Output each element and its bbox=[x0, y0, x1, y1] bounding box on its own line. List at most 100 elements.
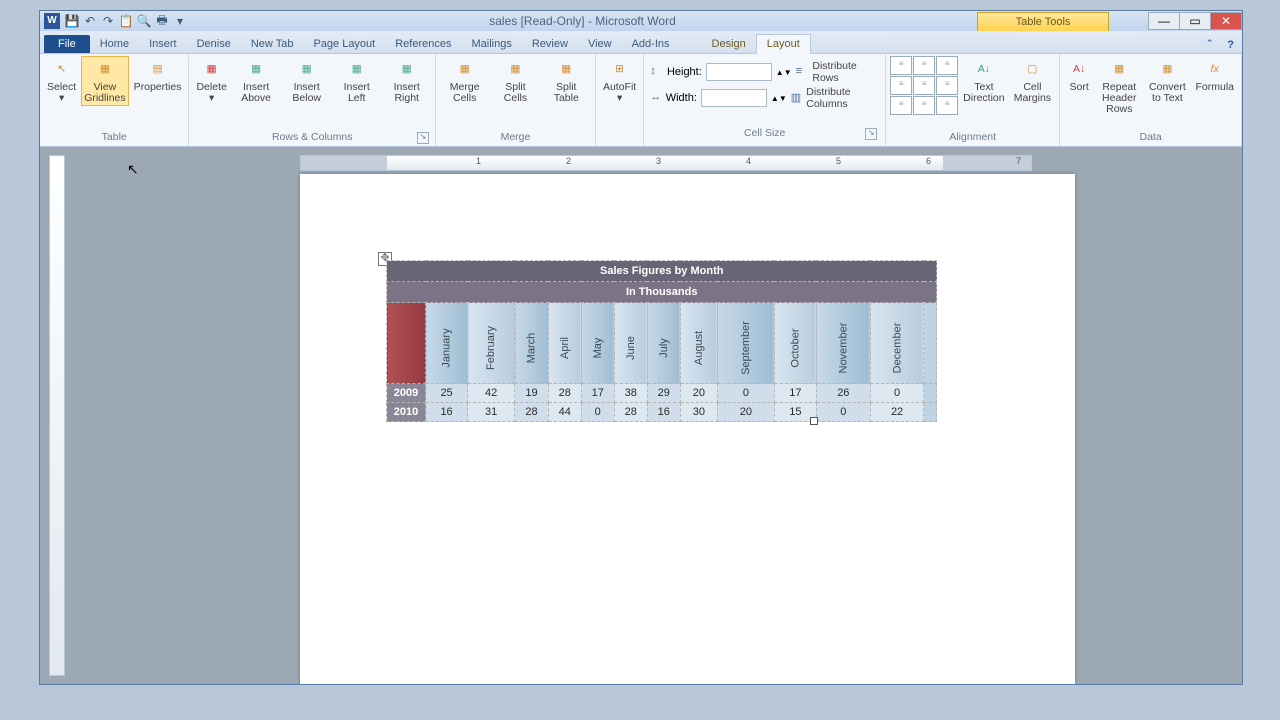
qat-undo-icon[interactable]: ↶ bbox=[82, 13, 98, 29]
month-label: December bbox=[891, 323, 903, 374]
group-alignment: ≡≡≡≡≡≡≡≡≡ A↓Text Direction ▢Cell Margins… bbox=[886, 54, 1060, 146]
group-rows-columns: ▦Delete▾ ▦Insert Above ▦Insert Below ▦In… bbox=[189, 54, 436, 146]
data-cell: 0 bbox=[870, 384, 924, 403]
qat-save-icon[interactable]: 💾 bbox=[64, 13, 80, 29]
group-merge: ▦Merge Cells ▦Split Cells ▦Split Table M… bbox=[436, 54, 596, 146]
height-label: Height: bbox=[667, 66, 702, 78]
tab-references[interactable]: References bbox=[385, 35, 461, 53]
insert-right-button[interactable]: ▦Insert Right bbox=[382, 56, 431, 106]
month-label: February bbox=[485, 326, 497, 370]
document-page[interactable]: ✥ Sales Figures by Month In Thousands Ja… bbox=[300, 174, 1075, 684]
contextual-tab-header: Table Tools bbox=[977, 12, 1109, 31]
qat-more-icon[interactable]: ▾ bbox=[172, 13, 188, 29]
tab-view[interactable]: View bbox=[578, 35, 622, 53]
delete-icon: ▦ bbox=[200, 58, 224, 80]
sales-table[interactable]: Sales Figures by Month In Thousands Janu… bbox=[386, 260, 937, 422]
minimize-button[interactable]: — bbox=[1148, 12, 1180, 30]
distribute-columns-button[interactable]: Distribute Columns bbox=[806, 86, 879, 110]
tab-layout[interactable]: Layout bbox=[756, 34, 811, 54]
data-cell: 31 bbox=[468, 403, 515, 422]
month-label: April bbox=[559, 333, 571, 363]
qat-redo-icon[interactable]: ↷ bbox=[100, 13, 116, 29]
tab-file[interactable]: File bbox=[44, 35, 90, 53]
trailing-cell bbox=[924, 303, 937, 384]
maximize-button[interactable]: ▭ bbox=[1179, 12, 1211, 30]
tab-design[interactable]: Design bbox=[702, 35, 756, 53]
insert-right-icon: ▦ bbox=[395, 58, 419, 80]
data-cell: 26 bbox=[816, 384, 870, 403]
year-label: 2010 bbox=[387, 403, 426, 422]
repeat-header-button[interactable]: ▦Repeat Header Rows bbox=[1096, 56, 1142, 117]
split-cells-button[interactable]: ▦Split Cells bbox=[491, 56, 539, 106]
data-cell: 16 bbox=[647, 403, 680, 422]
rowscols-dialog-icon[interactable]: ↘ bbox=[417, 132, 429, 144]
split-table-button[interactable]: ▦Split Table bbox=[542, 56, 591, 106]
group-table: ↖Select▾ ▦View Gridlines ▤Properties Tab… bbox=[40, 54, 189, 146]
merge-cells-button[interactable]: ▦Merge Cells bbox=[440, 56, 489, 106]
group-label-table: Table bbox=[44, 130, 184, 146]
merge-icon: ▦ bbox=[453, 58, 477, 80]
qat-paste-icon[interactable]: 📋 bbox=[118, 13, 134, 29]
ribbon-minimize-icon[interactable]: ˆ bbox=[1200, 37, 1220, 53]
tab-pagelayout[interactable]: Page Layout bbox=[303, 35, 385, 53]
properties-button[interactable]: ▤Properties bbox=[131, 56, 185, 95]
alignment-grid[interactable]: ≡≡≡≡≡≡≡≡≡ bbox=[890, 56, 958, 115]
tab-addins[interactable]: Add-Ins bbox=[622, 35, 680, 53]
year-label: 2009 bbox=[387, 384, 426, 403]
cursor-icon: ↖ bbox=[50, 58, 74, 80]
month-label: November bbox=[837, 323, 849, 374]
ribbon: ↖Select▾ ▦View Gridlines ▤Properties Tab… bbox=[40, 54, 1242, 147]
height-input[interactable] bbox=[706, 63, 772, 81]
data-cell: 20 bbox=[717, 403, 774, 422]
insert-above-button[interactable]: ▦Insert Above bbox=[232, 56, 281, 106]
help-icon[interactable]: ? bbox=[1219, 37, 1242, 53]
distribute-rows-icon: ≡ bbox=[796, 65, 809, 79]
data-cell: 38 bbox=[614, 384, 647, 403]
view-gridlines-button[interactable]: ▦View Gridlines bbox=[81, 56, 128, 106]
data-cell: 29 bbox=[647, 384, 680, 403]
select-button[interactable]: ↖Select▾ bbox=[44, 56, 79, 106]
qat-preview-icon[interactable]: 🔍 bbox=[136, 13, 152, 29]
delete-button[interactable]: ▦Delete▾ bbox=[193, 56, 229, 106]
mouse-cursor-icon: ↖ bbox=[127, 161, 139, 178]
horizontal-ruler[interactable]: 12 34 56 7 bbox=[300, 155, 1032, 171]
insert-below-button[interactable]: ▦Insert Below bbox=[282, 56, 331, 106]
tab-denise[interactable]: Denise bbox=[187, 35, 241, 53]
width-input[interactable] bbox=[701, 89, 767, 107]
table-title: Sales Figures by Month bbox=[387, 261, 937, 282]
cellsize-dialog-icon[interactable]: ↘ bbox=[865, 128, 877, 140]
vertical-ruler[interactable] bbox=[49, 155, 65, 676]
distribute-rows-button[interactable]: Distribute Rows bbox=[812, 60, 879, 84]
tab-newtab[interactable]: New Tab bbox=[241, 35, 304, 53]
tab-mailings[interactable]: Mailings bbox=[462, 35, 522, 53]
convert-to-text-button[interactable]: ▦Convert to Text bbox=[1144, 56, 1190, 106]
qat-print-icon[interactable]: 🖶 bbox=[154, 13, 170, 29]
data-cell: 0 bbox=[717, 384, 774, 403]
data-cell: 20 bbox=[680, 384, 717, 403]
insert-left-button[interactable]: ▦Insert Left bbox=[333, 56, 380, 106]
table-resize-handle-icon[interactable] bbox=[810, 417, 818, 425]
data-cell: 17 bbox=[774, 384, 816, 403]
width-icon: ↔ bbox=[650, 91, 662, 105]
month-label: January bbox=[441, 328, 453, 367]
tab-review[interactable]: Review bbox=[522, 35, 578, 53]
app-window: W 💾 ↶ ↷ 📋 🔍 🖶 ▾ sales [Read-Only] - Micr… bbox=[39, 10, 1243, 685]
data-cell: 42 bbox=[468, 384, 515, 403]
grid-icon: ▦ bbox=[93, 58, 117, 80]
close-button[interactable]: ✕ bbox=[1210, 12, 1242, 30]
sort-button[interactable]: A↓Sort bbox=[1064, 56, 1094, 95]
text-direction-button[interactable]: A↓Text Direction bbox=[960, 56, 1007, 106]
table-row: 2010 16 31 28 44 0 28 16 30 20 15 0 22 bbox=[387, 403, 937, 422]
split-table-icon: ▦ bbox=[554, 58, 578, 80]
titlebar: W 💾 ↶ ↷ 📋 🔍 🖶 ▾ sales [Read-Only] - Micr… bbox=[40, 11, 1242, 31]
tab-insert[interactable]: Insert bbox=[139, 35, 187, 53]
tab-home[interactable]: Home bbox=[90, 35, 139, 53]
document-title: sales [Read-Only] - Microsoft Word bbox=[188, 14, 977, 28]
cell-margins-button[interactable]: ▢Cell Margins bbox=[1010, 56, 1056, 106]
autofit-button[interactable]: ⊞AutoFit▾ bbox=[600, 56, 639, 106]
sort-icon: A↓ bbox=[1067, 58, 1091, 80]
repeat-header-icon: ▦ bbox=[1107, 58, 1131, 80]
data-cell: 22 bbox=[870, 403, 924, 422]
formula-button[interactable]: fxFormula bbox=[1193, 56, 1238, 95]
split-cells-icon: ▦ bbox=[503, 58, 527, 80]
